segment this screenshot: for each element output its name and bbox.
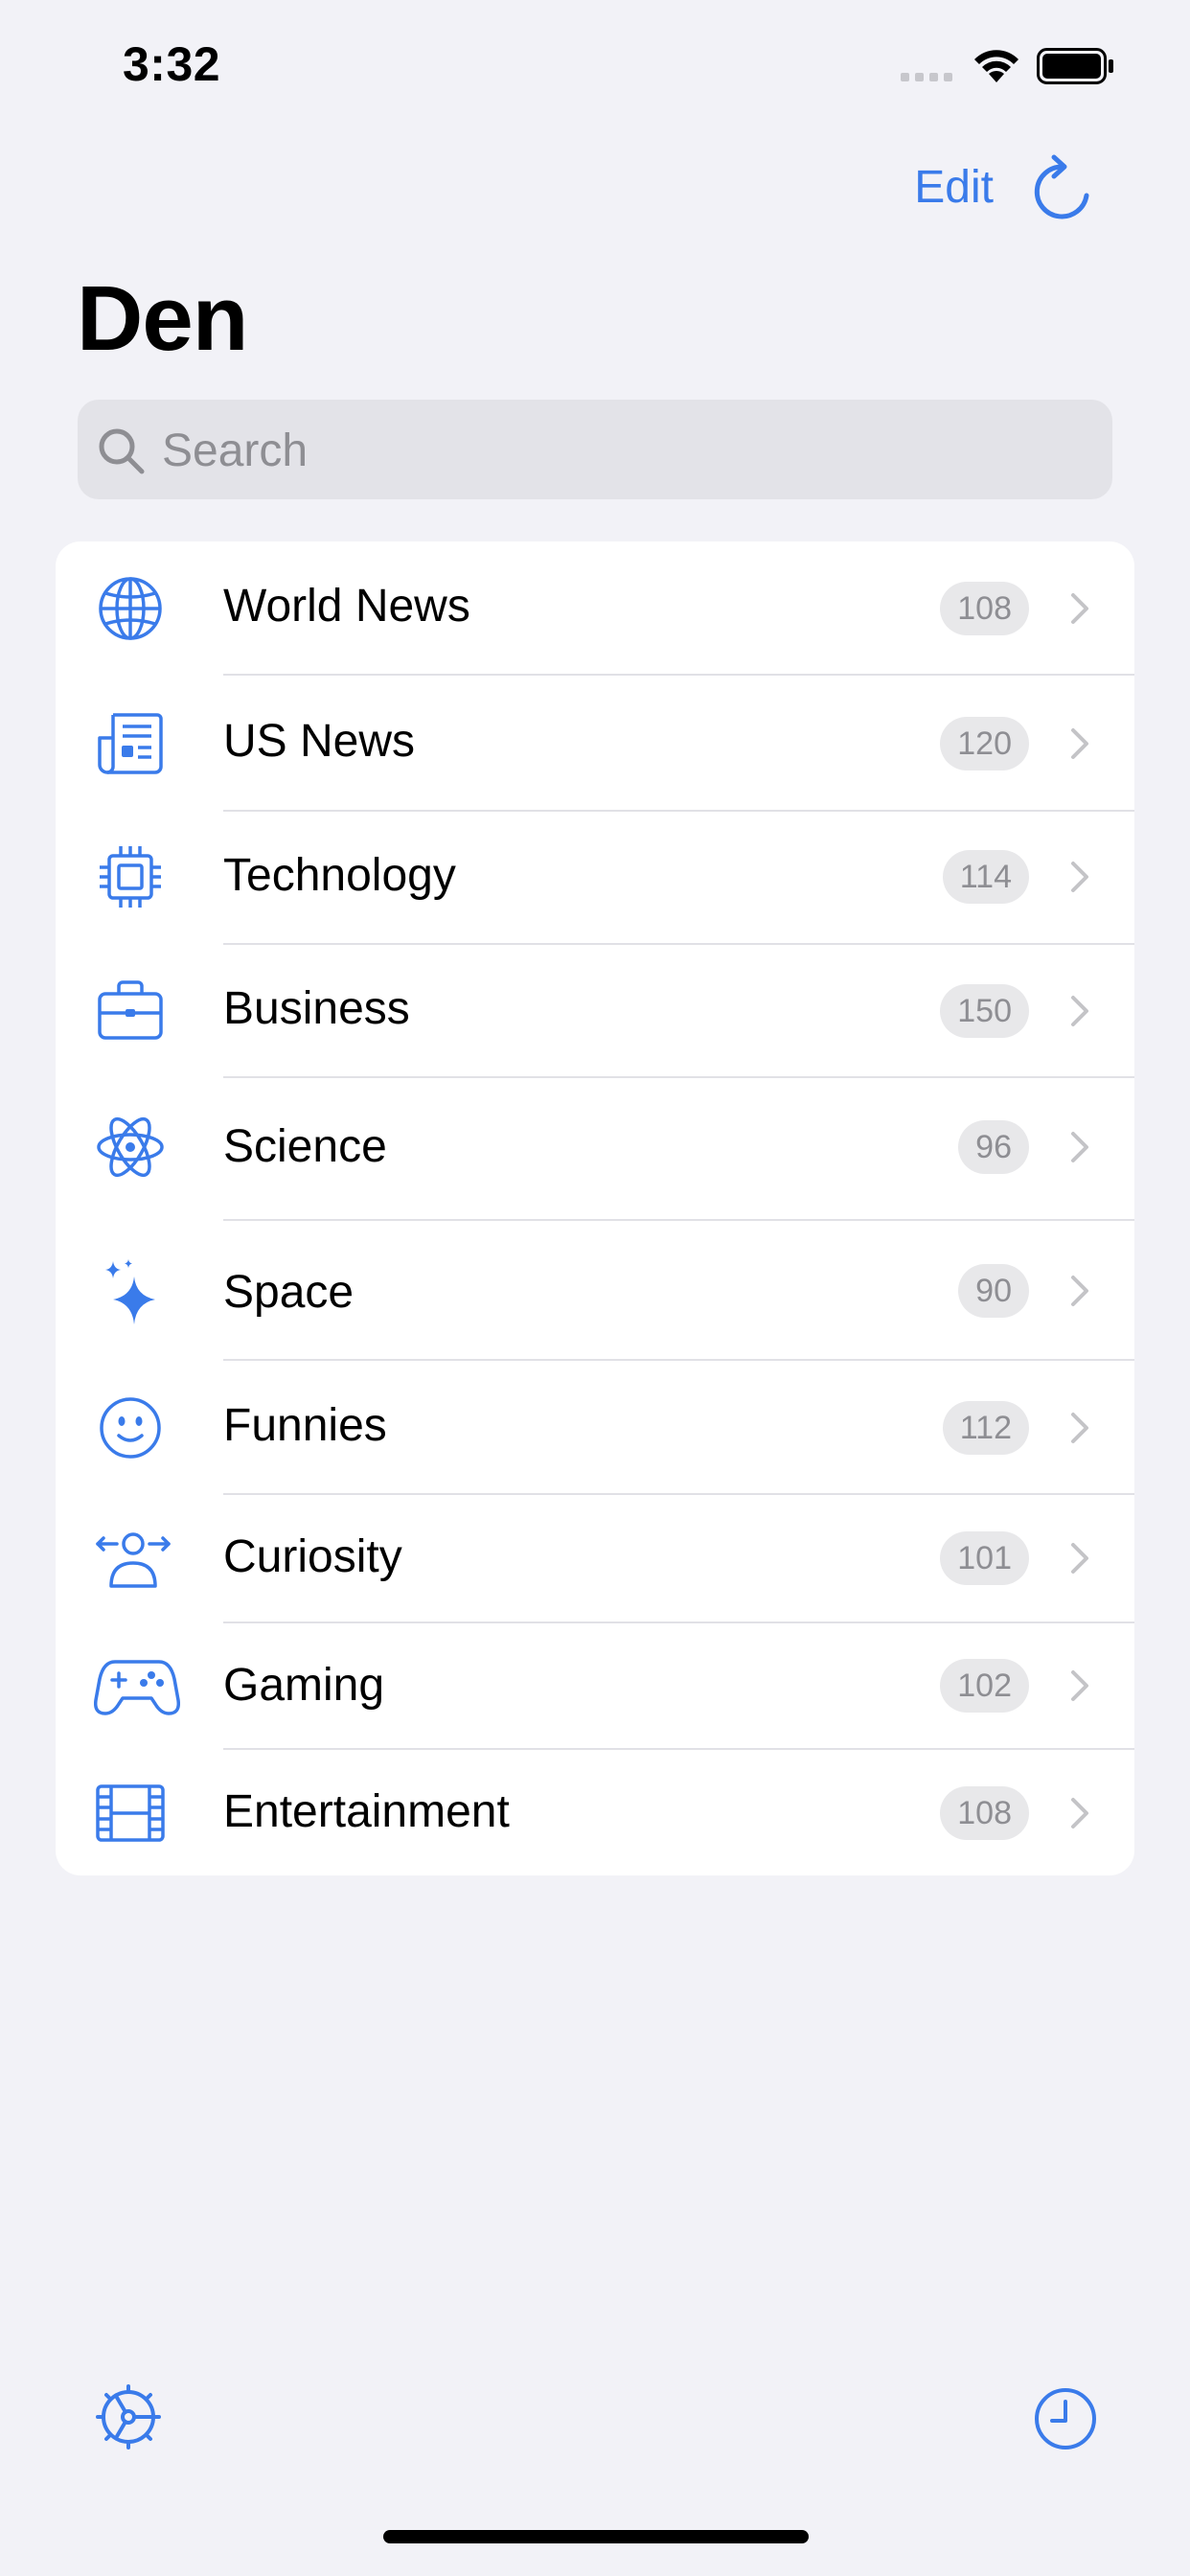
chevron-right-icon	[1071, 862, 1088, 892]
category-row-science[interactable]: Science 96	[56, 1078, 1134, 1222]
status-bar: 3:32	[0, 0, 1190, 134]
category-label: Curiosity	[223, 1531, 402, 1582]
count-badge: 114	[942, 850, 1029, 904]
category-label: World News	[223, 581, 470, 632]
globe-icon	[99, 577, 162, 640]
count-badge: 150	[940, 984, 1029, 1038]
category-label: US News	[223, 716, 416, 767]
category-label: Space	[223, 1267, 355, 1318]
sparkles-icon	[105, 1259, 155, 1324]
refresh-icon[interactable]	[1029, 153, 1096, 226]
category-row-business[interactable]: Business 150	[56, 944, 1134, 1078]
category-row-gaming[interactable]: Gaming 102	[56, 1623, 1134, 1750]
count-badge: 102	[940, 1659, 1029, 1713]
category-label: Funnies	[223, 1400, 387, 1451]
category-row-funnies[interactable]: Funnies 112	[56, 1361, 1134, 1495]
category-row-curiosity[interactable]: Curiosity 101	[56, 1495, 1134, 1623]
smiley-icon	[100, 1397, 161, 1459]
edit-button[interactable]: Edit	[914, 161, 994, 214]
chevron-right-icon	[1071, 1132, 1088, 1162]
clock-icon[interactable]	[1029, 2382, 1102, 2455]
category-row-world-news[interactable]: World News 108	[56, 541, 1134, 676]
chevron-right-icon	[1071, 728, 1088, 759]
search-input[interactable]	[160, 400, 1084, 501]
gear-icon[interactable]	[92, 2380, 165, 2453]
gamecontroller-icon	[94, 1660, 180, 1715]
newspaper-icon	[98, 713, 163, 774]
count-badge: 108	[940, 582, 1029, 635]
category-label: Science	[223, 1121, 387, 1172]
count-badge: 90	[958, 1264, 1029, 1318]
count-badge: 108	[940, 1786, 1029, 1840]
category-label: Entertainment	[223, 1786, 510, 1837]
row-separator	[223, 1219, 1134, 1221]
chevron-right-icon	[1071, 1413, 1088, 1443]
briefcase-icon	[98, 980, 163, 1040]
status-time: 3:32	[123, 37, 221, 91]
category-label: Gaming	[223, 1660, 385, 1711]
chevron-right-icon	[1071, 1276, 1088, 1306]
category-label: Business	[223, 983, 410, 1034]
category-list: World News 108 US News 120 Technology 11…	[56, 541, 1134, 1875]
atom-icon	[97, 1116, 164, 1178]
wifi-icon	[974, 50, 1018, 82]
category-row-technology[interactable]: Technology 114	[56, 811, 1134, 944]
count-badge: 101	[940, 1531, 1029, 1585]
cpu-icon	[100, 846, 161, 908]
chevron-right-icon	[1071, 1543, 1088, 1574]
nav-bar-actions: Edit	[807, 153, 1190, 230]
category-row-us-news[interactable]: US News 120	[56, 676, 1134, 811]
chevron-right-icon	[1071, 1670, 1088, 1701]
chevron-right-icon	[1071, 996, 1088, 1026]
chevron-right-icon	[1071, 593, 1088, 624]
page-title: Den	[77, 267, 248, 370]
home-indicator[interactable]	[383, 2530, 809, 2543]
search-icon	[99, 428, 145, 474]
cellular-signal-icon	[901, 73, 958, 82]
category-label: Technology	[223, 850, 456, 901]
person-arrows-icon	[96, 1532, 171, 1588]
count-badge: 112	[942, 1401, 1029, 1455]
category-row-space[interactable]: Space 90	[56, 1222, 1134, 1361]
search-bar[interactable]	[78, 400, 1112, 501]
count-badge: 120	[940, 717, 1029, 770]
chevron-right-icon	[1071, 1798, 1088, 1828]
film-icon	[96, 1784, 165, 1842]
battery-icon	[1037, 48, 1113, 84]
count-badge: 96	[958, 1120, 1029, 1174]
category-row-entertainment[interactable]: Entertainment 108	[56, 1750, 1134, 1875]
